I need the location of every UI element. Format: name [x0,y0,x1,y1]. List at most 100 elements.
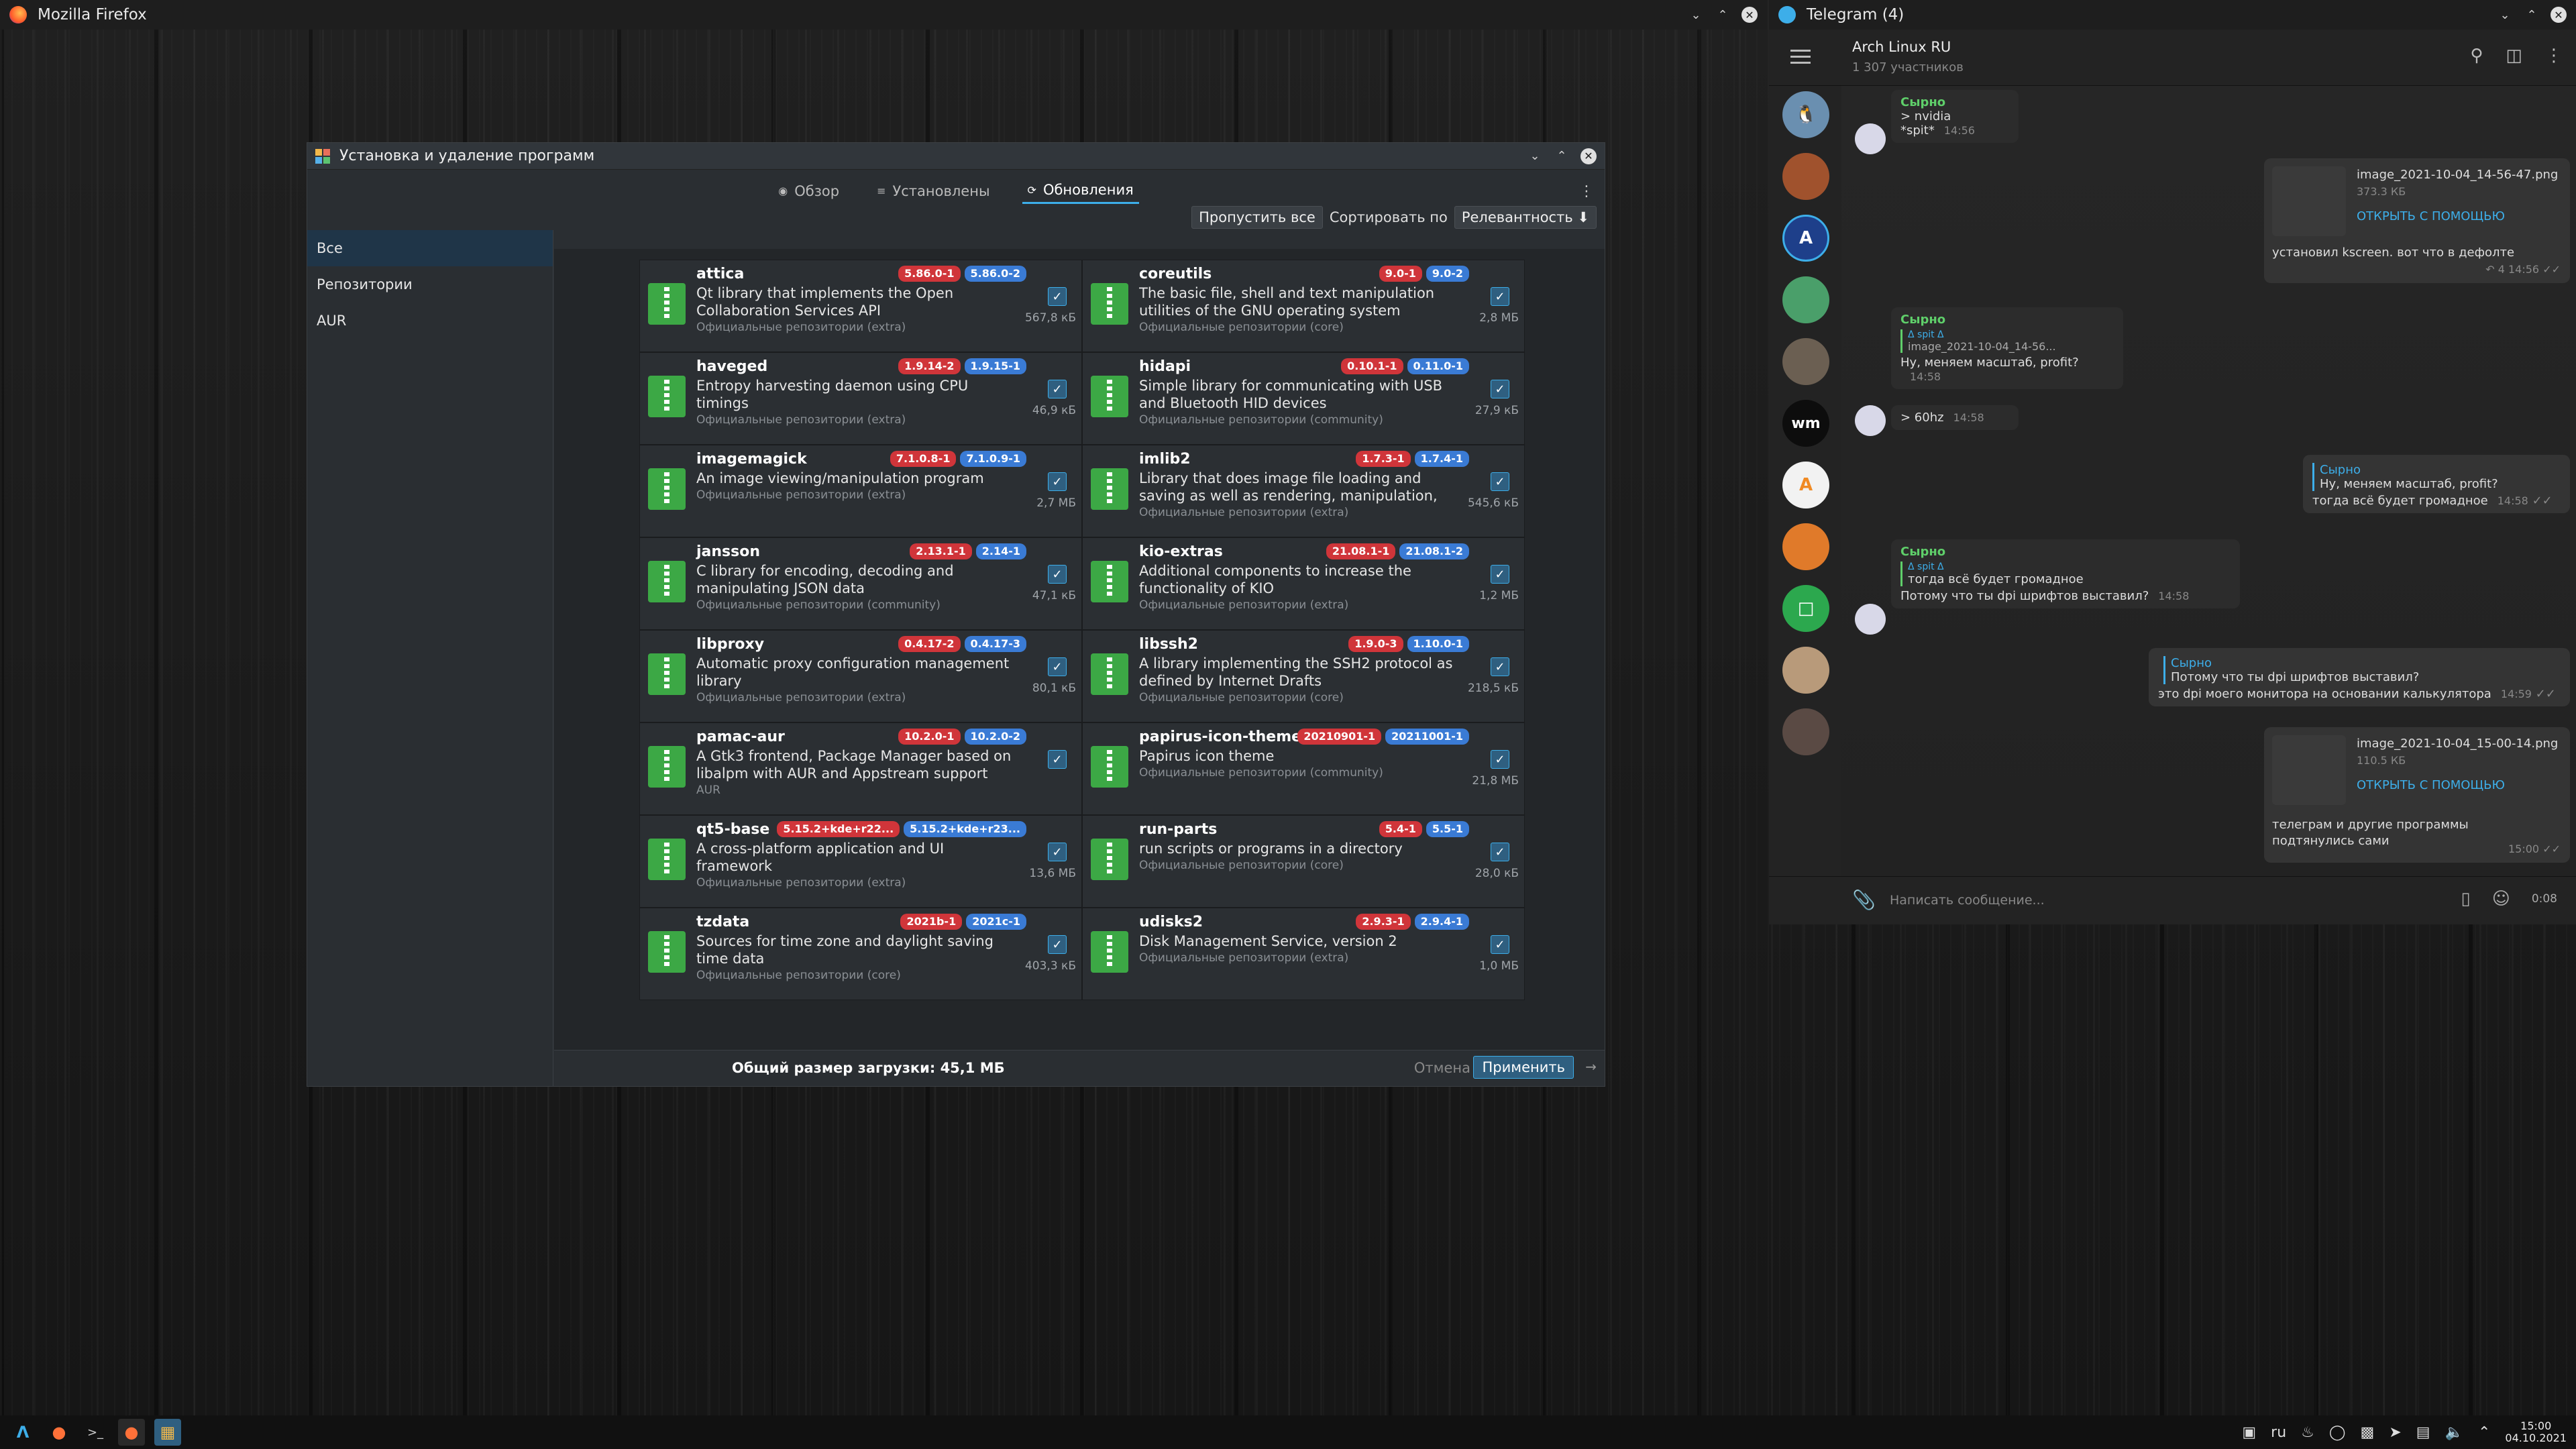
search-icon[interactable]: ⚲ [2470,46,2483,66]
package-card[interactable]: udisks2 2.9.3-1 2.9.4-1 Disk Management Ser… [1082,908,1525,1000]
tab-updates[interactable]: ⟳ Обновления [1022,178,1139,204]
update-checkbox[interactable]: ✓ [1491,935,1509,954]
telegram-titlebar[interactable]: Telegram (4) ⌄ ⌃ ✕ [1769,0,2576,30]
app-launcher-icon[interactable]: Λ [9,1419,36,1446]
minimize-icon[interactable]: ⌄ [1688,7,1704,23]
package-card[interactable]: coreutils 9.0-1 9.0-2 The basic file, shell… [1082,260,1525,352]
package-card[interactable]: hidapi 0.10.1-1 0.11.0-1 Simple library for… [1082,352,1525,445]
screenshot-icon[interactable]: ▣ [2242,1424,2256,1441]
package-card[interactable]: imagemagick 7.1.0.8-1 7.1.0.9-1 An image vi… [639,445,1082,537]
package-card[interactable]: papirus-icon-theme 20210901-1 20211001-1 Pa… [1082,722,1525,815]
clock[interactable]: 15:00 04.10.2021 [2505,1420,2567,1444]
update-checkbox[interactable]: ✓ [1491,565,1509,584]
update-checkbox[interactable]: ✓ [1048,565,1067,584]
menu-icon[interactable] [1790,50,1811,68]
package-card[interactable]: pamac-aur 10.2.0-1 10.2.0-2 A Gtk3 frontend… [639,722,1082,815]
firefox-titlebar[interactable]: Mozilla Firefox ⌄ ⌃ ✕ [0,0,1767,30]
chat-avatar[interactable] [1782,338,1829,385]
update-checkbox[interactable]: ✓ [1048,935,1067,954]
more-icon[interactable]: ⋮ [2545,46,2563,66]
update-checkbox[interactable]: ✓ [1048,380,1067,398]
volume-icon[interactable]: 🔈 [2445,1424,2463,1441]
telegram-tray-icon[interactable]: ➤ [2389,1424,2401,1441]
chat-avatar[interactable]: A [1782,462,1829,508]
menu-kebab-icon[interactable]: ⋮ [1579,183,1594,200]
chat-avatar[interactable] [1782,647,1829,694]
sidebar-item-aur[interactable]: AUR [307,303,553,339]
update-checkbox[interactable]: ✓ [1048,843,1067,861]
package-card[interactable]: run-parts 5.4-1 5.5-1 run scripts or progra… [1082,815,1525,908]
message-bubble[interactable]: Сырно Ну, меняем масштаб, profit? тогда в… [2303,455,2570,513]
clipboard-icon[interactable]: ▤ [2416,1424,2430,1441]
chat-avatar[interactable] [1782,276,1829,323]
image-thumbnail[interactable] [2272,166,2346,236]
package-card[interactable]: haveged 1.9.14-2 1.9.15-1 Entropy harvestin… [639,352,1082,445]
close-icon[interactable]: ✕ [2551,7,2567,23]
message-bubble[interactable]: Сырно > nvidia *spit* 14:56 [1891,90,2019,143]
voice-record-time[interactable]: 0:08 [2532,892,2557,906]
package-card[interactable]: libssh2 1.9.0-3 1.10.0-1 A library implemen… [1082,630,1525,722]
package-card[interactable]: kio-extras 21.08.1-1 21.08.1-2 Additional c… [1082,537,1525,630]
keyboard-layout[interactable]: ru [2271,1424,2286,1441]
close-icon[interactable]: ✕ [1741,7,1758,23]
package-card[interactable]: imlib2 1.7.3-1 1.7.4-1 Library that does im… [1082,445,1525,537]
message-bubble[interactable]: > 60hz 14:58 [1891,405,2019,430]
cancel-button[interactable]: Отмена [1405,1057,1480,1079]
pamac-task-icon[interactable]: ▦ [154,1419,181,1446]
package-card[interactable]: qt5-base 5.15.2+kde+r22... 5.15.2+kde+r23.… [639,815,1082,908]
message-bubble[interactable]: Сырно Δ spit Δimage_2021-10-04_14-56... … [1891,307,2123,389]
package-card[interactable]: jansson 2.13.1-1 2.14-1 C library for encod… [639,537,1082,630]
update-checkbox[interactable]: ✓ [1491,750,1509,769]
chat-avatar[interactable] [1782,708,1829,755]
emoji-icon[interactable]: ☺ [2492,889,2510,909]
message-bubble[interactable]: Сырно Потому что ты dpi шрифтов выставил?… [2149,648,2570,706]
minimize-icon[interactable]: ⌄ [1527,148,1543,164]
update-checkbox[interactable]: ✓ [1048,657,1067,676]
updates-icon[interactable]: ◯ [2329,1424,2346,1441]
terminal-icon[interactable]: >_ [82,1419,109,1446]
pamac-titlebar[interactable]: Установка и удаление программ ⌄ ⌃ ✕ [307,143,1605,170]
sort-select[interactable]: Релевантность ⬇ [1454,206,1597,229]
chat-header[interactable]: Arch Linux RU 1 307 участников ⚲ ◫ ⋮ [1769,30,2576,86]
tab-overview[interactable]: ◉ Обзор [773,178,845,204]
minimize-icon[interactable]: ⌄ [2497,7,2513,23]
update-checkbox[interactable]: ✓ [1491,843,1509,861]
reply-icon[interactable]: ↶ [2485,263,2494,276]
chat-avatar[interactable]: 🐧 [1782,91,1829,138]
message-bubble-file[interactable]: image_2021-10-04_14-56-47.png 373.3 КБ О… [2264,158,2570,283]
camera-icon[interactable]: ▩ [2361,1424,2375,1441]
chat-avatar-arch[interactable]: A [1782,215,1829,262]
tray-expand-icon[interactable]: ⌃ [2478,1424,2490,1441]
maximize-icon[interactable]: ⌃ [2524,7,2540,23]
tab-installed[interactable]: ≡ Установлены [871,178,995,204]
bookmark-icon[interactable]: □ [1782,585,1829,632]
update-checkbox[interactable]: ✓ [1491,287,1509,306]
notifications-icon[interactable]: ♨ [2301,1424,2314,1441]
firefox-task-icon[interactable]: ● [118,1419,145,1446]
update-checkbox[interactable]: ✓ [1491,657,1509,676]
update-checkbox[interactable]: ✓ [1048,750,1067,769]
update-checkbox[interactable]: ✓ [1048,472,1067,491]
update-checkbox[interactable]: ✓ [1048,287,1067,306]
chat-avatar[interactable] [1782,523,1829,570]
attach-icon[interactable]: 📎 [1852,889,1876,911]
package-card[interactable]: tzdata 2021b-1 2021c-1 Sources for time zon… [639,908,1082,1000]
sidebar-toggle-icon[interactable]: ◫ [2506,46,2522,66]
chat-avatar[interactable] [1782,153,1829,200]
package-card[interactable]: attica 5.86.0-1 5.86.0-2 Qt library that im… [639,260,1082,352]
message-bubble[interactable]: Сырно Δ spit Δтогда всё будет громадное … [1891,539,2240,608]
open-with-link[interactable]: ОТКРЫТЬ С ПОМОЩЬЮ [2357,209,2505,223]
skip-all-button[interactable]: Пропустить все [1191,206,1323,229]
package-card[interactable]: libproxy 0.4.17-2 0.4.17-3 Automatic proxy … [639,630,1082,722]
maximize-icon[interactable]: ⌃ [1715,7,1731,23]
firefox-icon[interactable]: ● [46,1419,72,1446]
update-checkbox[interactable]: ✓ [1491,380,1509,398]
image-thumbnail[interactable] [2272,735,2346,805]
update-checkbox[interactable]: ✓ [1491,472,1509,491]
details-arrow-icon[interactable]: → [1585,1059,1597,1075]
bot-command-icon[interactable]: ▯ [2461,889,2470,909]
sidebar-item-repos[interactable]: Репозитории [307,266,553,303]
close-icon[interactable]: ✕ [1580,148,1597,164]
message-input[interactable]: Написать сообщение... [1890,893,2045,908]
apply-button[interactable]: Применить [1473,1056,1574,1079]
